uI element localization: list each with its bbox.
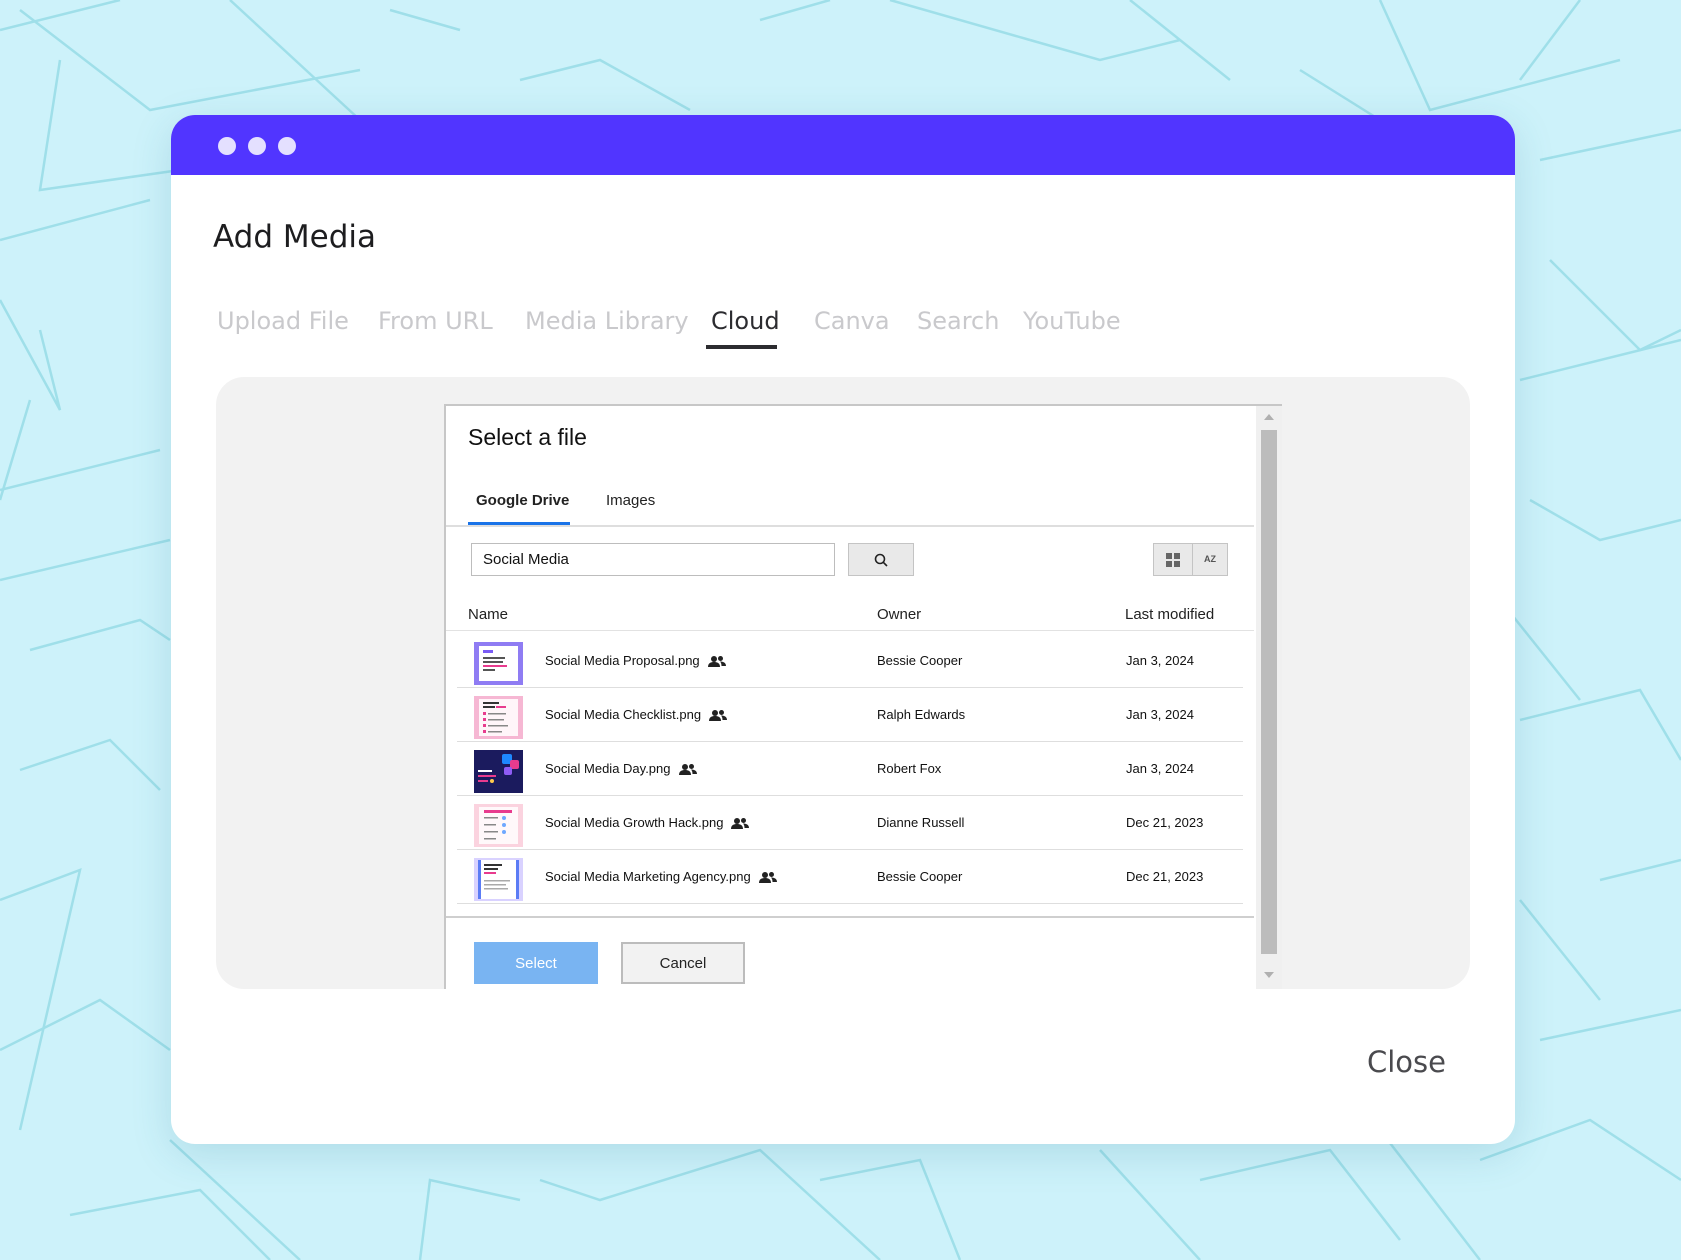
tab-google-drive[interactable]: Google Drive [476, 492, 569, 509]
file-name: Social Media Growth Hack.png [545, 815, 750, 830]
scroll-up-icon[interactable] [1264, 414, 1274, 420]
tab-from-url[interactable]: From URL [378, 307, 493, 335]
footer-divider [446, 916, 1254, 918]
file-owner: Bessie Cooper [877, 653, 963, 668]
picker-tab-divider [446, 525, 1254, 527]
tab-images[interactable]: Images [606, 492, 655, 509]
file-thumbnail [474, 858, 523, 901]
file-thumbnail [474, 696, 523, 739]
shared-users-icon [707, 656, 726, 668]
grid-view-icon [1166, 552, 1180, 567]
file-owner: Robert Fox [877, 761, 942, 776]
file-thumbnail [474, 804, 523, 847]
file-thumbnail [474, 750, 523, 793]
file-name: Social Media Marketing Agency.png [545, 869, 777, 884]
tab-search[interactable]: Search [917, 307, 999, 335]
file-modified-date: Dec 21, 2023 [1126, 815, 1204, 830]
table-row[interactable]: Social Media Marketing Agency.png Bessie… [457, 850, 1243, 904]
add-media-dialog: Add Media Upload File From URL Media Lib… [171, 115, 1515, 1144]
file-name: Social Media Proposal.png [545, 653, 726, 668]
tab-media-library[interactable]: Media Library [525, 307, 689, 335]
active-tab-indicator [706, 345, 777, 349]
search-button[interactable] [848, 543, 914, 576]
window-dot-icon [278, 137, 296, 155]
file-modified-date: Jan 3, 2024 [1126, 761, 1194, 776]
grid-view-button[interactable] [1153, 543, 1193, 576]
column-header-name[interactable]: Name [468, 606, 508, 623]
tab-youtube[interactable]: YouTube [1023, 307, 1121, 335]
file-owner: Dianne Russell [877, 815, 965, 830]
sort-az-icon: AZ [1204, 553, 1216, 564]
shared-users-icon [678, 764, 697, 776]
file-name: Social Media Day.png [545, 761, 697, 776]
window-titlebar [171, 115, 1515, 175]
file-modified-date: Jan 3, 2024 [1126, 653, 1194, 668]
table-row[interactable]: Social Media Proposal.png Bessie Cooper … [457, 634, 1243, 688]
close-button[interactable]: Close [1367, 1045, 1446, 1079]
tab-upload-file[interactable]: Upload File [217, 307, 349, 335]
window-dot-icon [218, 137, 236, 155]
header-divider [446, 630, 1254, 631]
table-row[interactable]: Social Media Checklist.png Ralph Edwards… [457, 688, 1243, 742]
search-input[interactable] [471, 543, 835, 576]
file-owner: Ralph Edwards [877, 707, 966, 722]
table-row[interactable]: Social Media Growth Hack.png Dianne Russ… [457, 796, 1243, 850]
sort-button[interactable]: AZ [1192, 543, 1228, 576]
file-list: Social Media Proposal.png Bessie Cooper … [446, 634, 1254, 904]
shared-users-icon [758, 872, 777, 884]
scroll-thumb[interactable] [1261, 430, 1277, 954]
file-name: Social Media Checklist.png [545, 707, 728, 722]
scroll-down-icon[interactable] [1264, 972, 1274, 978]
file-picker: Select a file Google Drive Images Social… [444, 404, 1282, 989]
file-thumbnail [474, 642, 523, 685]
tab-cloud[interactable]: Cloud [711, 307, 780, 335]
tab-canva[interactable]: Canva [814, 307, 890, 335]
column-header-modified[interactable]: Last modified [1125, 606, 1214, 623]
search-icon [874, 553, 888, 567]
cancel-button[interactable]: Cancel [621, 942, 745, 984]
file-modified-date: Jan 3, 2024 [1126, 707, 1194, 722]
picker-title: Select a file [468, 424, 587, 450]
shared-users-icon [709, 710, 728, 722]
file-owner: Bessie Cooper [877, 869, 963, 884]
column-header-owner[interactable]: Owner [877, 606, 921, 623]
dialog-title: Add Media [213, 219, 376, 255]
file-modified-date: Dec 21, 2023 [1126, 869, 1204, 884]
select-button[interactable]: Select [474, 942, 598, 984]
shared-users-icon [731, 818, 750, 830]
cloud-content-panel: Select a file Google Drive Images Social… [216, 377, 1470, 989]
vertical-scrollbar[interactable] [1256, 406, 1282, 989]
table-row[interactable]: Social Media Day.png Robert Fox Jan 3, 2… [457, 742, 1243, 796]
window-dot-icon [248, 137, 266, 155]
